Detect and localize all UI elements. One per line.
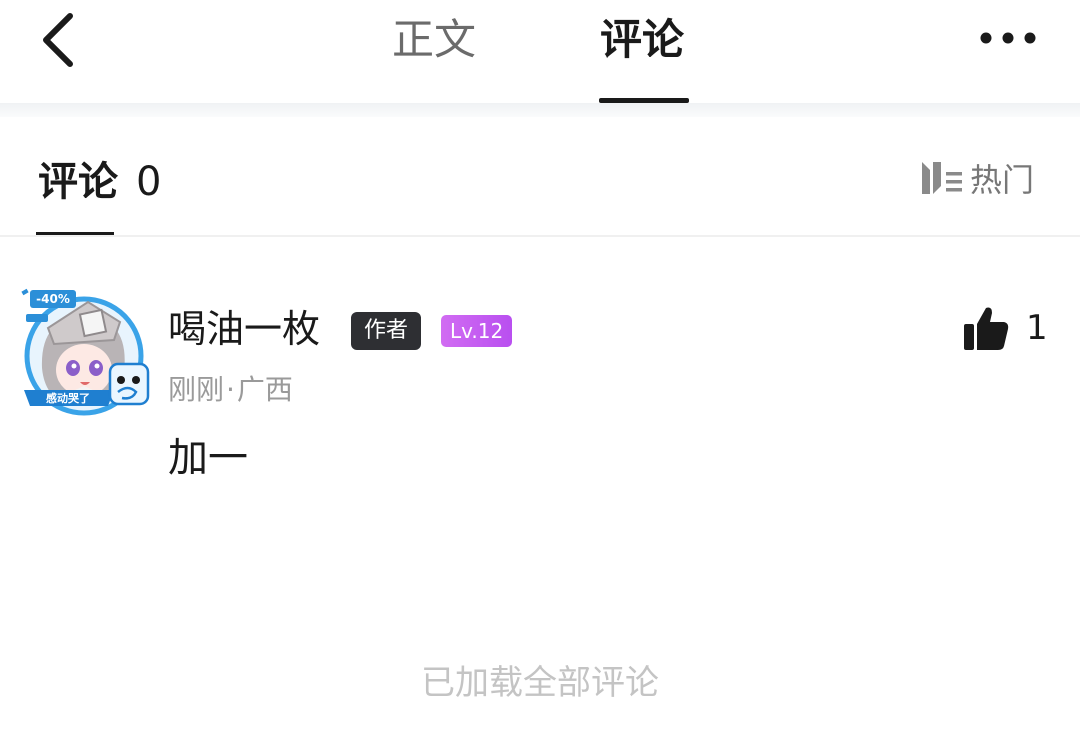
comment-time: 刚刚 bbox=[168, 373, 225, 406]
sort-label: 热门 bbox=[970, 161, 1035, 199]
back-button[interactable] bbox=[36, 10, 96, 70]
sort-button[interactable]: 热门 bbox=[918, 156, 1034, 200]
avatar[interactable]: -40% 感动哭了 bbox=[18, 288, 150, 420]
avatar-image: -40% 感动哭了 bbox=[21, 288, 150, 416]
sort-icon bbox=[922, 162, 962, 194]
comments-header-divider bbox=[0, 235, 1080, 237]
more-horizontal-icon bbox=[980, 32, 1036, 44]
chevron-left-icon bbox=[43, 13, 73, 67]
like-count: 1 bbox=[1026, 308, 1048, 348]
comment-meta: 刚刚·广西 bbox=[168, 373, 293, 406]
level-badge: Lv.12 bbox=[441, 315, 513, 347]
tab-article[interactable]: 正文 bbox=[392, 12, 476, 68]
more-button[interactable] bbox=[976, 16, 1040, 60]
header-divider bbox=[0, 103, 1080, 117]
comments-count: 0 bbox=[136, 159, 162, 205]
avatar-banner-text: 感动哭了 bbox=[46, 391, 90, 405]
comments-header: 评论 0 热门 bbox=[0, 118, 1080, 238]
comment-username[interactable]: 喝油一枚 bbox=[168, 304, 320, 354]
comments-title: 评论 bbox=[38, 159, 118, 205]
comment-item: -40% 感动哭了 喝油一枚 作者 Lv.12 刚刚·广西 加一 1 bbox=[0, 280, 1080, 520]
top-nav-bar: 正文 评论 bbox=[0, 0, 1080, 104]
discount-tag-text: -40% bbox=[36, 292, 70, 306]
loaded-all-text: 已加载全部评论 bbox=[421, 663, 659, 703]
like-button[interactable]: 1 bbox=[962, 304, 1048, 352]
thumbs-up-icon bbox=[964, 307, 1009, 350]
author-badge: 作者 bbox=[351, 312, 422, 350]
comment-location: 广西 bbox=[236, 373, 293, 406]
comment-text[interactable]: 加一 bbox=[168, 430, 248, 486]
tab-comments[interactable]: 评论 bbox=[600, 12, 684, 68]
